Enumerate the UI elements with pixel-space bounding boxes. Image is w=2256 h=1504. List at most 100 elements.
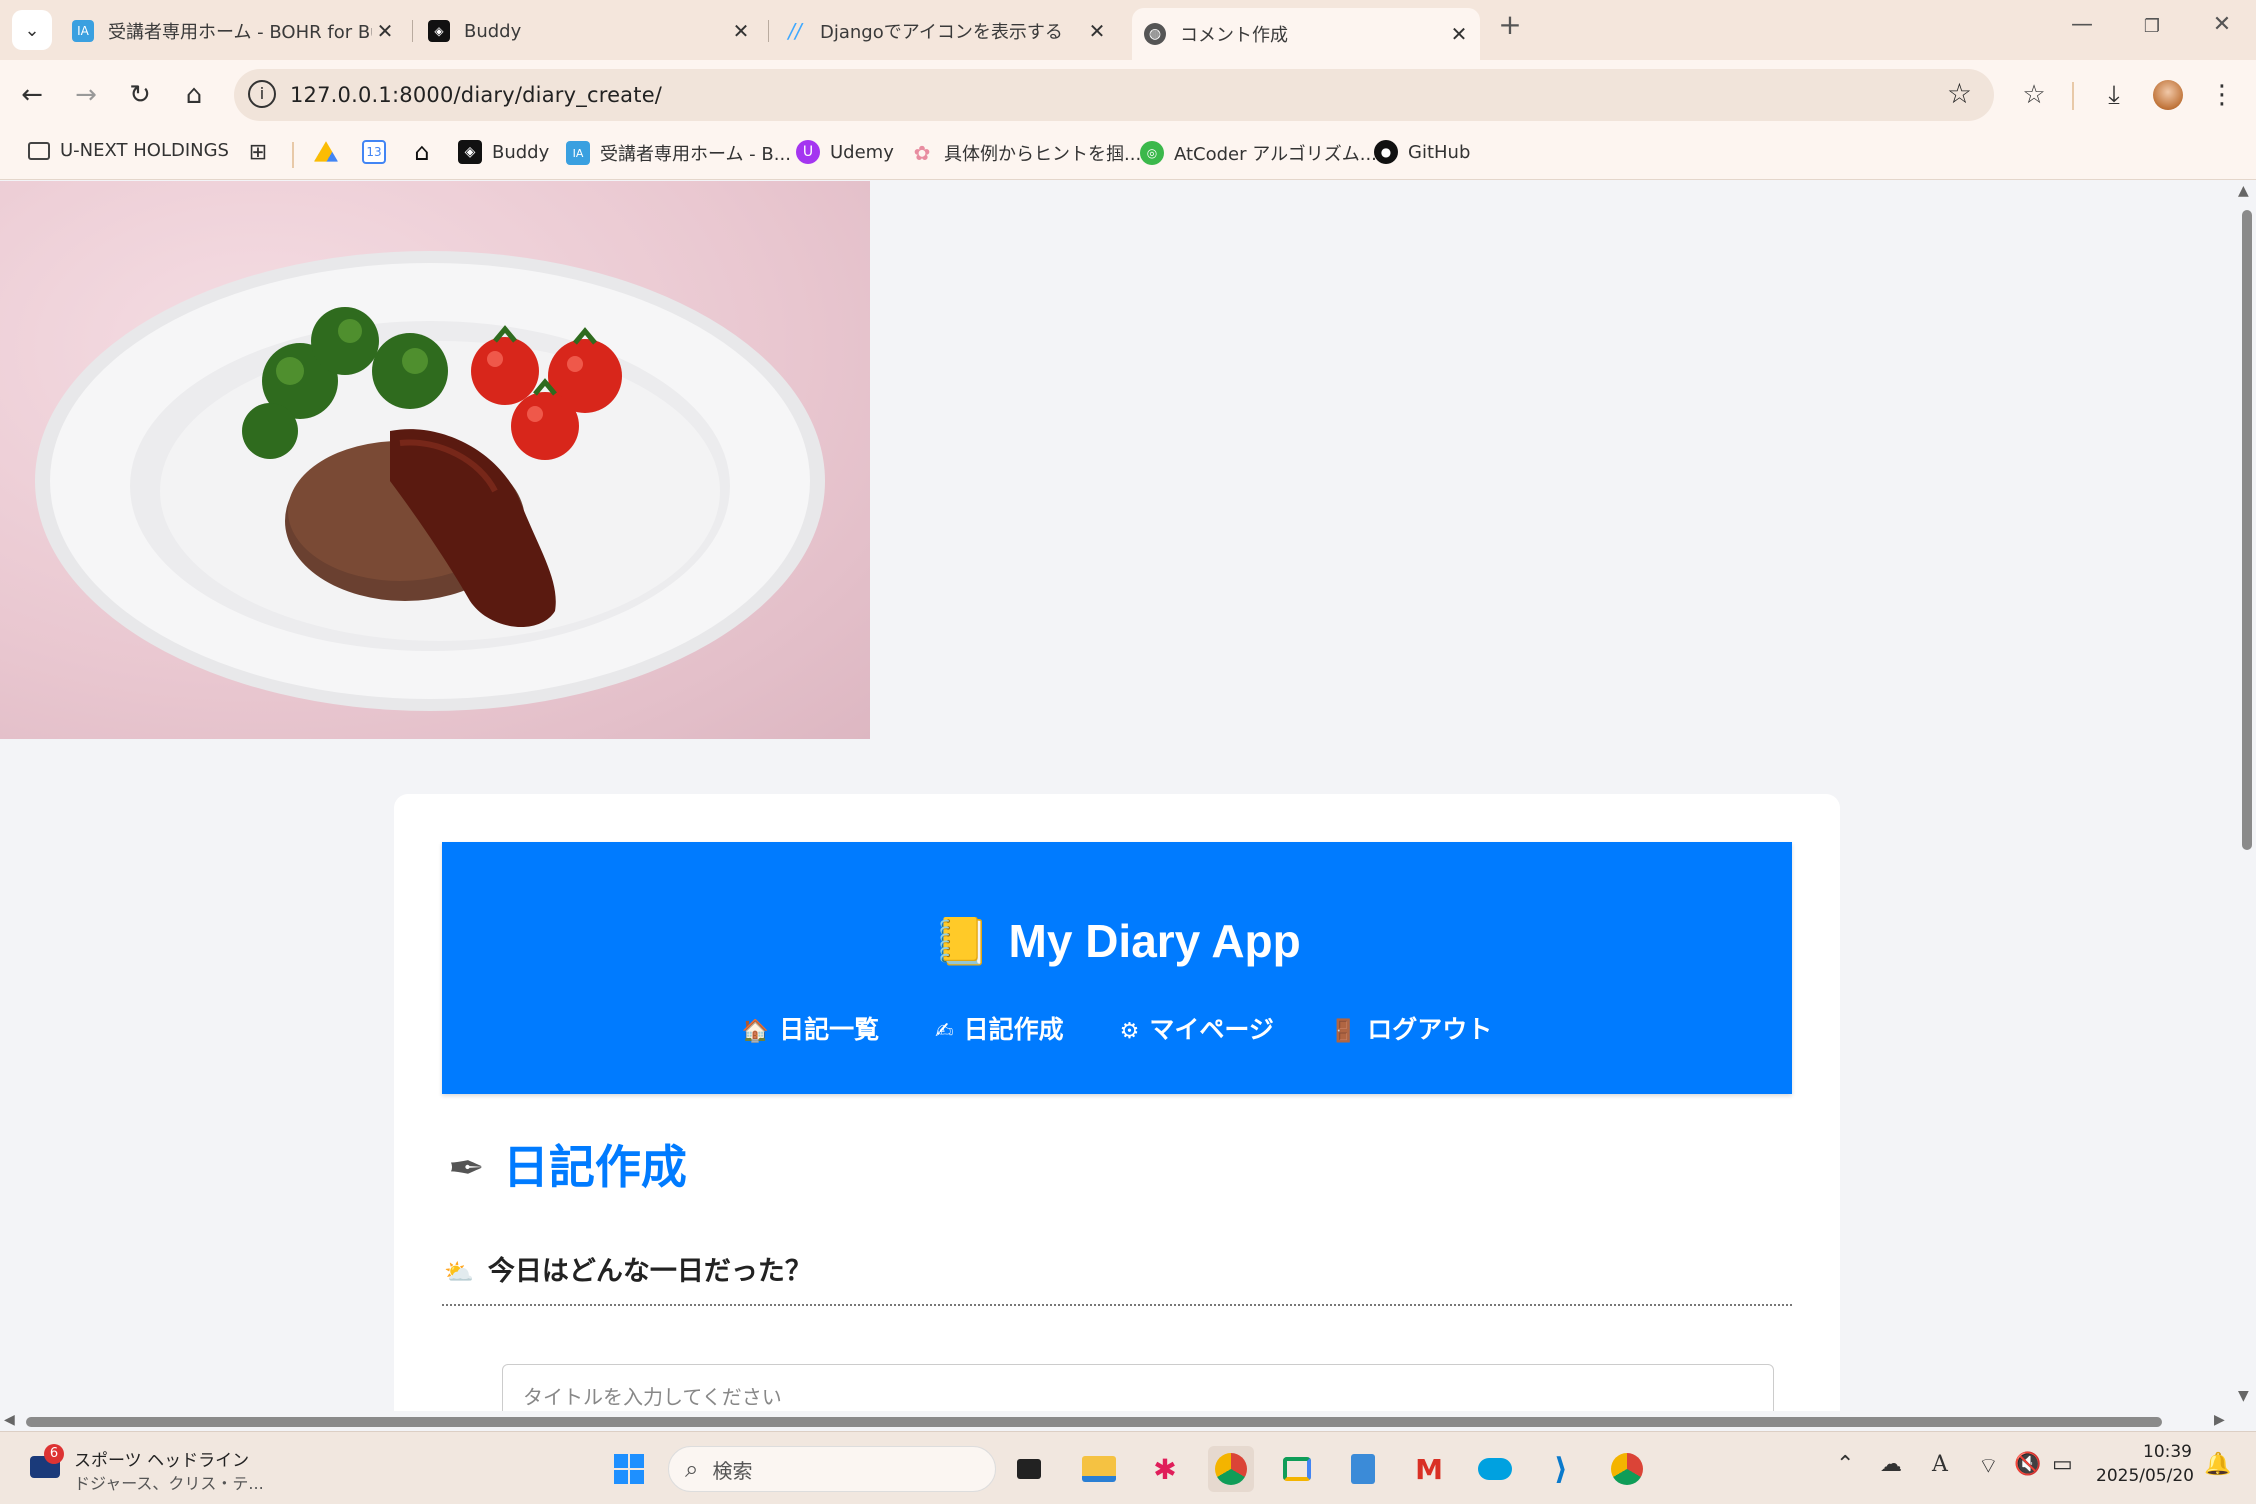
- news-widget[interactable]: 6 スポーツ ヘッドライン ドジャース、クリス・テ...: [28, 1442, 264, 1496]
- slack-icon[interactable]: ✱: [1142, 1446, 1188, 1492]
- bookmark-github[interactable]: ● GitHub: [1374, 140, 1470, 164]
- news-subtitle: ドジャース、クリス・テ...: [74, 1474, 264, 1493]
- bookmark-drive[interactable]: [314, 140, 348, 164]
- flower-icon: ✿: [913, 141, 931, 165]
- writing-hand-icon: ✍: [935, 1019, 954, 1044]
- close-icon[interactable]: ✕: [1446, 22, 1472, 46]
- salesforce-icon[interactable]: [1472, 1446, 1518, 1492]
- title-input[interactable]: タイトルを入力してください: [502, 1364, 1774, 1411]
- tab-search-chevron-icon[interactable]: ⌄: [12, 10, 52, 50]
- battery-icon[interactable]: ▭: [2052, 1452, 2073, 1477]
- sun-behind-cloud-icon: ⛅: [444, 1258, 474, 1286]
- home-icon[interactable]: ⌂: [176, 77, 212, 113]
- tab-django-icons[interactable]: // Djangoでアイコンを表示する ✕: [784, 10, 1110, 52]
- tab-buddy[interactable]: ◈ Buddy ✕: [428, 10, 754, 52]
- restore-button[interactable]: ❐: [2132, 16, 2172, 37]
- notification-bell-icon[interactable]: 🔔: [2204, 1452, 2231, 1477]
- scroll-down-arrow-icon[interactable]: ▼: [2238, 1388, 2249, 1404]
- forward-icon[interactable]: →: [68, 77, 104, 113]
- bookmark-hint[interactable]: ✿ 具体例からヒントを掴...: [910, 140, 1142, 166]
- home-icon: ⌂: [414, 138, 430, 166]
- tab-comment-create[interactable]: ◍ コメント作成 ✕: [1132, 8, 1480, 60]
- atcoder-icon: ◎: [1140, 141, 1164, 165]
- bookmarks-star-icon[interactable]: ☆: [2016, 77, 2052, 113]
- new-tab-button[interactable]: +: [1490, 8, 1530, 41]
- bookmark-star-icon[interactable]: ☆: [1947, 77, 1972, 110]
- tab-label: コメント作成: [1180, 25, 1288, 46]
- file-explorer-icon[interactable]: [1076, 1446, 1122, 1492]
- door-icon: 🚪: [1329, 1019, 1358, 1044]
- app-title[interactable]: 📒 My Diary App: [442, 914, 1792, 969]
- close-icon[interactable]: ✕: [372, 19, 398, 43]
- gmail-icon[interactable]: M: [1406, 1446, 1452, 1492]
- subheading-text: 今日はどんな一日だった？: [487, 1256, 812, 1287]
- scroll-right-arrow-icon[interactable]: ▶: [2214, 1412, 2225, 1428]
- close-icon[interactable]: ✕: [728, 19, 754, 43]
- app-header: 📒 My Diary App 🏠 日記一覧 ✍ 日記作成 ⚙ マイページ 🚪 ログアウト: [442, 842, 1792, 1094]
- nav-label: マイページ: [1149, 1015, 1274, 1044]
- vscode-icon[interactable]: ⟩: [1538, 1446, 1584, 1492]
- download-icon[interactable]: ⤓: [2096, 77, 2132, 113]
- reload-icon[interactable]: ↻: [122, 77, 158, 113]
- close-icon[interactable]: ✕: [1084, 19, 1110, 43]
- bookmark-label: 具体例からヒントを掴...: [944, 144, 1142, 165]
- chrome-icon[interactable]: [1208, 1446, 1254, 1492]
- avatar[interactable]: [2150, 77, 2186, 113]
- site-info-icon[interactable]: i: [248, 80, 276, 108]
- url-text[interactable]: 127.0.0.1:8000/diary/diary_create/: [290, 83, 662, 107]
- bookmark-buddy[interactable]: ◈ Buddy: [458, 140, 549, 164]
- pen-icon: ✒: [448, 1143, 485, 1194]
- news-badge: 6: [44, 1444, 64, 1464]
- bookmark-udemy[interactable]: U Udemy: [796, 140, 894, 164]
- tab-bohr[interactable]: IA 受講者専用ホーム - BOHR for Bu ✕: [72, 10, 398, 52]
- taskbar: 6 スポーツ ヘッドライン ドジャース、クリス・テ... ⌕ 検索 ✱ M ⟩ …: [0, 1431, 2256, 1504]
- bookmark-label: 受講者専用ホーム - B...: [600, 144, 791, 165]
- ia-icon: IA: [72, 20, 94, 42]
- page-title: ✒ 日記作成: [448, 1131, 687, 1197]
- nav-diary-list[interactable]: 🏠 日記一覧: [742, 1010, 879, 1046]
- nav-label: 日記作成: [963, 1015, 1064, 1044]
- volume-muted-icon[interactable]: 🔇: [2014, 1452, 2041, 1477]
- tray-overflow-chevron-icon[interactable]: ⌃: [1836, 1452, 1854, 1477]
- bookmark-u-next[interactable]: U-NEXT HOLDINGS: [28, 140, 229, 161]
- news-title: スポーツ ヘッドライン: [74, 1451, 250, 1471]
- onedrive-icon[interactable]: ☁: [1880, 1452, 1902, 1477]
- zenn-icon: //: [788, 19, 802, 43]
- clock-time: 10:39: [2143, 1442, 2192, 1462]
- bookmark-apps[interactable]: ⊞: [246, 140, 280, 165]
- tab-label: Djangoでアイコンを表示する: [820, 22, 1063, 43]
- ime-indicator[interactable]: A: [1932, 1452, 1948, 1477]
- tab-label: 受講者専用ホーム - BOHR for Bu: [108, 22, 372, 43]
- bookmark-atcoder[interactable]: ◎ AtCoder アルゴリズム...: [1140, 140, 1377, 166]
- horizontal-scroll-thumb[interactable]: [26, 1417, 2162, 1427]
- scroll-left-arrow-icon[interactable]: ◀: [4, 1412, 15, 1428]
- buddy-logo-icon: ◈: [428, 20, 450, 42]
- wifi-icon[interactable]: ⌔: [1978, 1452, 1999, 1480]
- start-windows-icon[interactable]: [606, 1446, 652, 1492]
- nav-diary-create[interactable]: ✍ 日記作成: [935, 1010, 1063, 1046]
- taskbar-search[interactable]: ⌕ 検索: [668, 1446, 996, 1492]
- food-photo-svg: [35, 251, 825, 711]
- calendar-icon: 13: [362, 140, 386, 164]
- back-icon[interactable]: ←: [14, 77, 50, 113]
- minimize-button[interactable]: —: [2062, 12, 2102, 37]
- clock[interactable]: 10:39 2025/05/20: [2096, 1442, 2194, 1486]
- menu-dots-icon[interactable]: ⋮: [2204, 77, 2240, 113]
- bookmark-calendar[interactable]: 13: [362, 140, 396, 164]
- page-title-text: 日記作成: [502, 1140, 687, 1194]
- nav-logout[interactable]: 🚪 ログアウト: [1330, 1010, 1492, 1046]
- notepad-icon[interactable]: [1340, 1446, 1386, 1492]
- bookmark-bohr[interactable]: IA 受講者専用ホーム - B...: [566, 140, 791, 166]
- address-bar[interactable]: i 127.0.0.1:8000/diary/diary_create/ ☆: [234, 69, 1994, 121]
- bookmark-label: AtCoder アルゴリズム...: [1174, 144, 1377, 165]
- vertical-scroll-thumb[interactable]: [2242, 210, 2252, 850]
- github-icon: ●: [1374, 140, 1398, 164]
- chrome-beta-icon[interactable]: [1604, 1446, 1650, 1492]
- bookmark-label: U-NEXT HOLDINGS: [60, 140, 229, 161]
- scroll-up-arrow-icon[interactable]: ▲: [2238, 183, 2249, 199]
- google-chat-icon[interactable]: [1274, 1446, 1320, 1492]
- task-view-icon[interactable]: [1006, 1446, 1052, 1492]
- bookmark-home[interactable]: ⌂: [410, 138, 444, 166]
- nav-mypage[interactable]: ⚙ マイページ: [1120, 1010, 1274, 1046]
- close-window-button[interactable]: ✕: [2202, 12, 2242, 37]
